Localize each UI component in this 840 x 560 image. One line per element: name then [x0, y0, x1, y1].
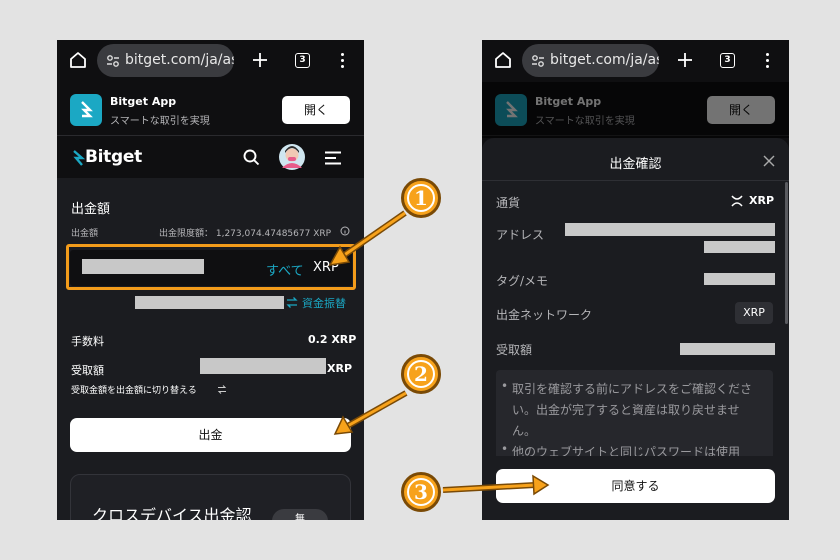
callout-2: 2	[401, 354, 441, 394]
callout-number: 1	[407, 184, 435, 212]
callout-1: 1	[401, 178, 441, 218]
callout-number: 2	[407, 360, 435, 388]
arrow-3	[442, 474, 550, 496]
callout-3: 3	[401, 472, 441, 512]
arrow-2	[333, 390, 408, 435]
arrow-1	[328, 210, 407, 266]
callout-number: 3	[407, 478, 435, 506]
